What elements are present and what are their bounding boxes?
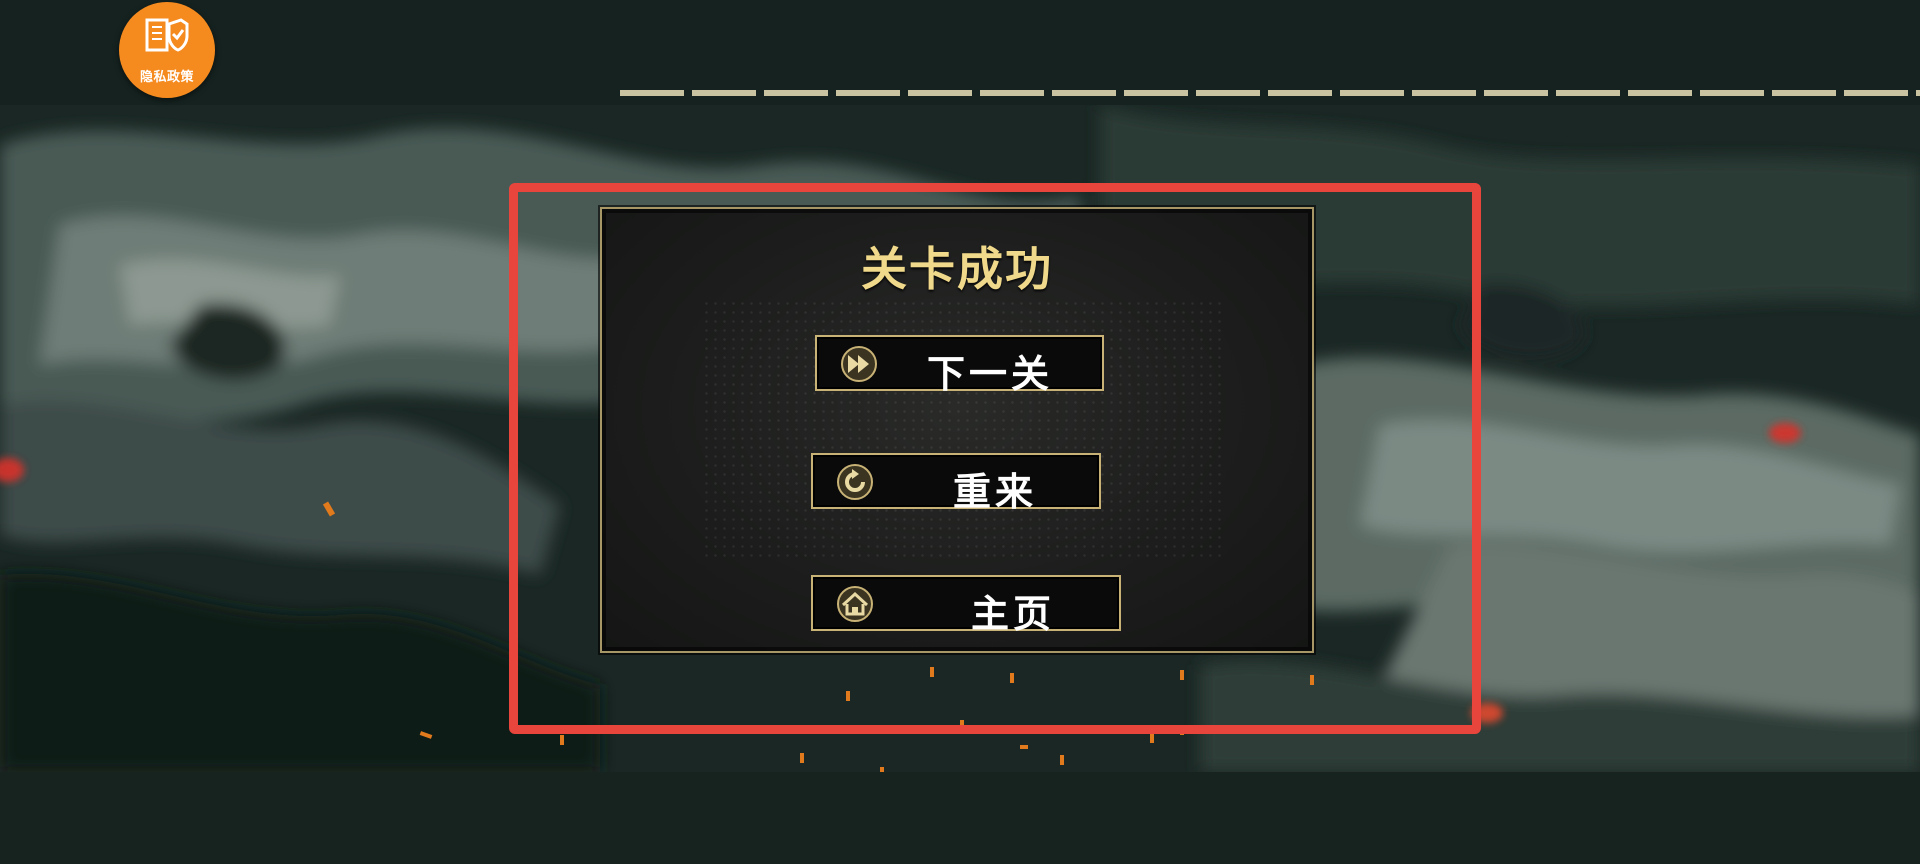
privacy-policy-label: 隐私政策 [139, 70, 194, 85]
privacy-shield-icon [145, 18, 189, 52]
home-icon [837, 586, 873, 622]
restart-icon [837, 464, 873, 500]
home-label: 主页 [971, 592, 1056, 636]
fast-forward-icon [841, 346, 877, 382]
next-level-button[interactable]: 下一关 [815, 335, 1104, 396]
privacy-policy-button[interactable]: 隐私政策 [119, 2, 215, 98]
dialog-title: 关卡成功 [861, 242, 1053, 296]
level-complete-dialog: 关卡成功 下一关 重来 主页 [600, 207, 1314, 653]
next-level-label: 下一关 [927, 352, 1054, 396]
retry-button[interactable]: 重来 [811, 453, 1101, 514]
retry-label: 重来 [953, 470, 1038, 514]
bottom-bar [0, 772, 1920, 864]
game-screen: 隐私政策 关卡成功 下一关 重来 主页 [0, 0, 1920, 864]
dashed-divider [620, 90, 1920, 96]
home-button[interactable]: 主页 [811, 575, 1121, 636]
